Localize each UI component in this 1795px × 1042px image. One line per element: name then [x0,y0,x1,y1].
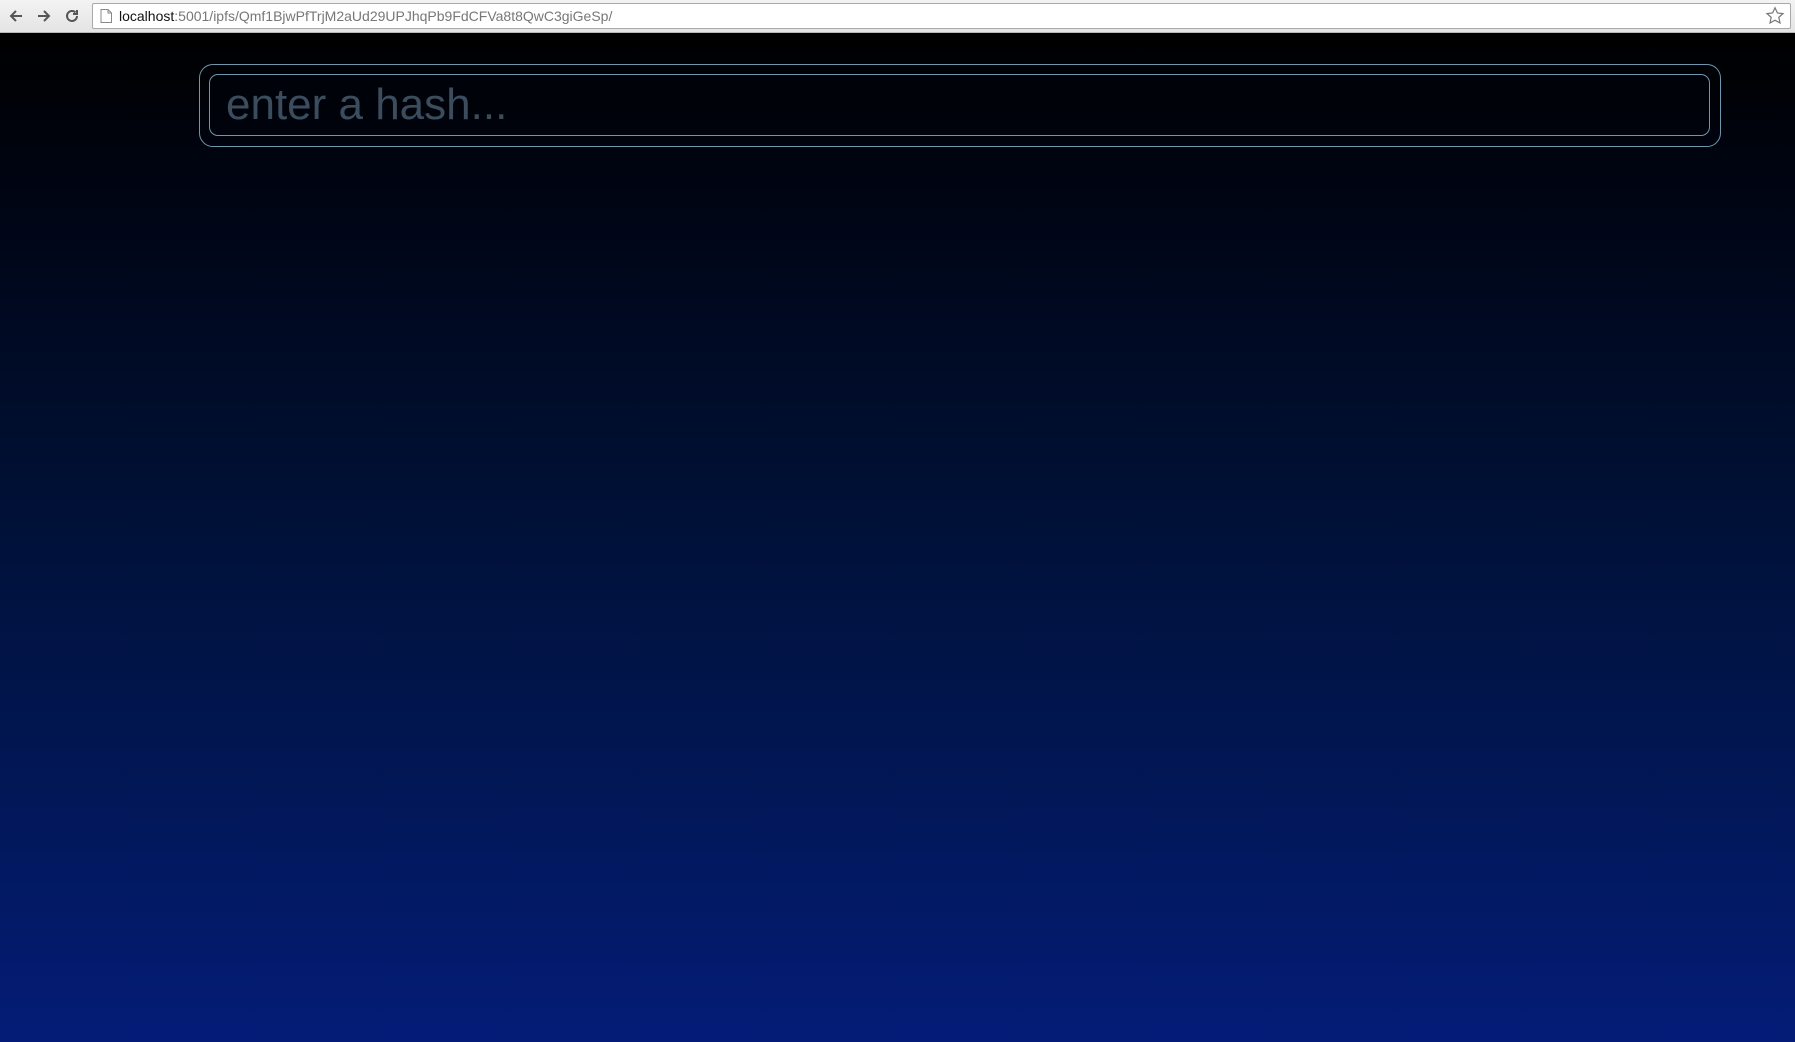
page-viewport [0,33,1795,1042]
arrow-left-icon [8,8,24,24]
arrow-right-icon [36,8,52,24]
url-text: localhost:5001/ipfs/Qmf1BjwPfTrjM2aUd29U… [119,4,612,28]
hash-search-input[interactable] [209,74,1710,136]
url-host: localhost [119,8,175,24]
reload-button[interactable] [61,5,83,27]
document-icon [100,9,112,23]
forward-button[interactable] [33,5,55,27]
star-icon[interactable] [1765,6,1785,26]
reload-icon [64,8,80,24]
search-box-frame [199,64,1721,147]
address-bar[interactable]: localhost:5001/ipfs/Qmf1BjwPfTrjM2aUd29U… [92,3,1791,29]
url-path: :5001/ipfs/Qmf1BjwPfTrjM2aUd29UPJhqPb9Fd… [174,8,613,24]
browser-toolbar: localhost:5001/ipfs/Qmf1BjwPfTrjM2aUd29U… [0,0,1795,33]
back-button[interactable] [5,5,27,27]
